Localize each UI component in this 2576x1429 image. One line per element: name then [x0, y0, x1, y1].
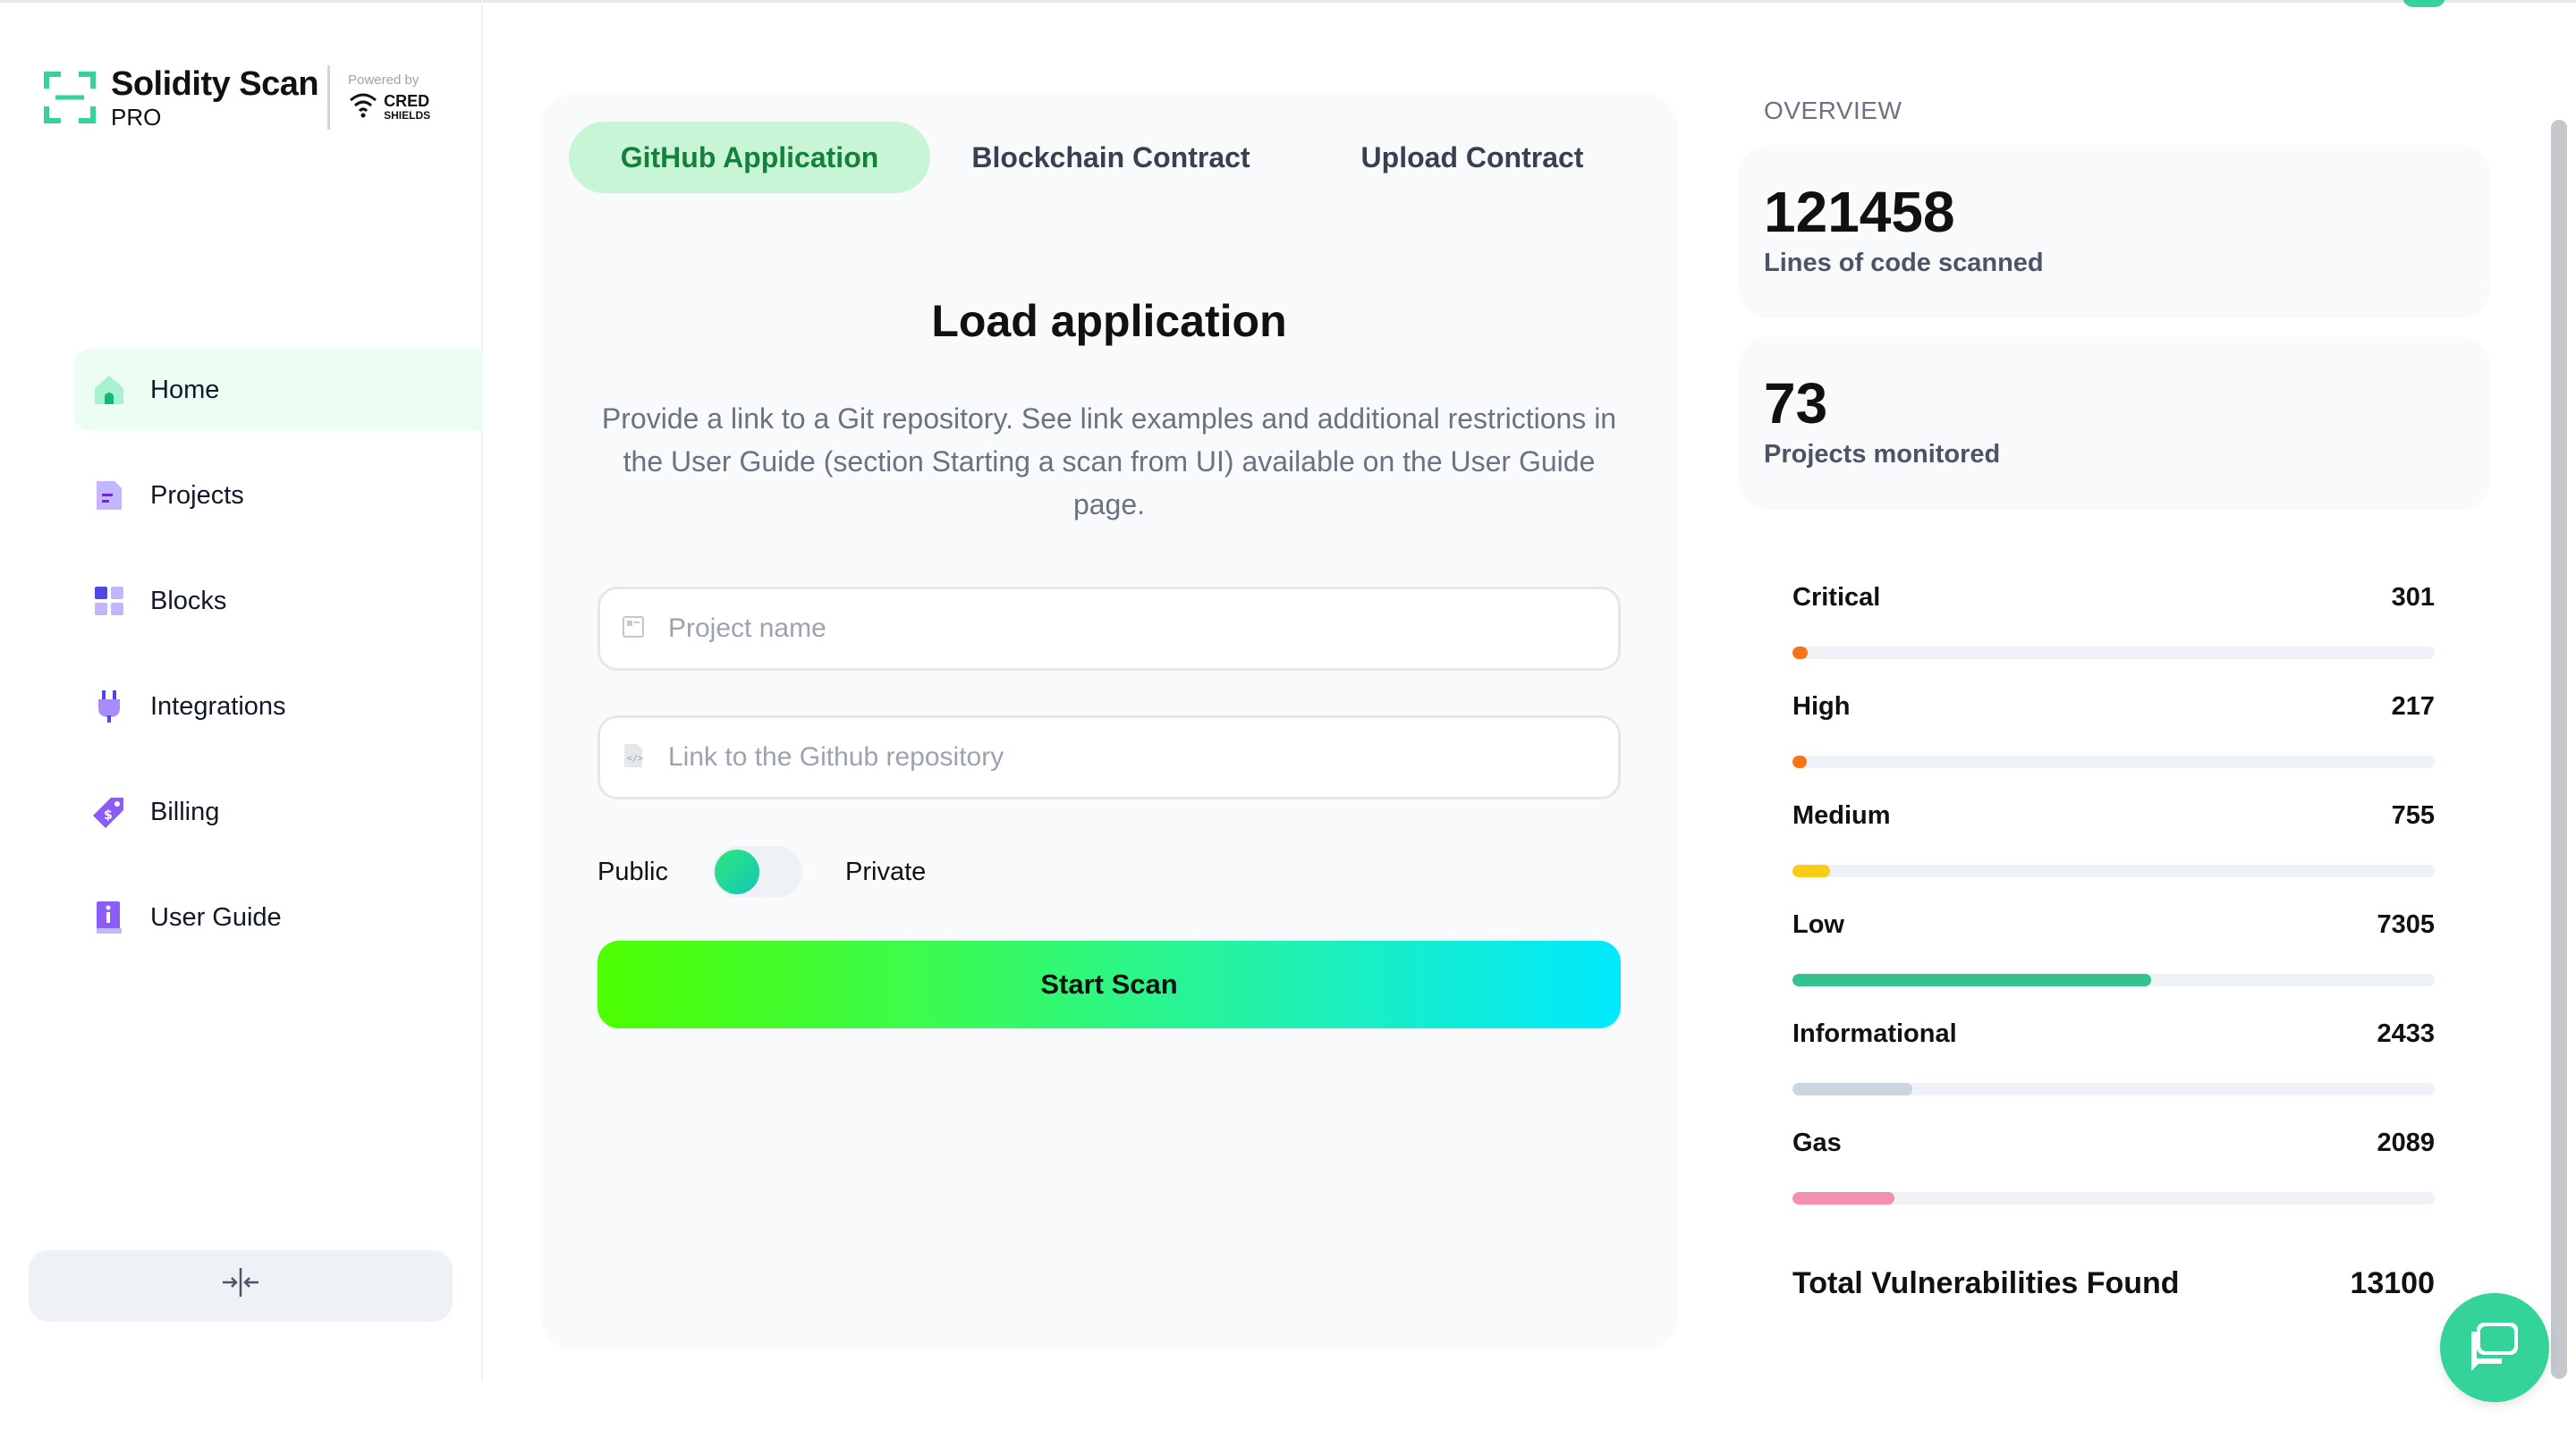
severity-count: 301: [2391, 583, 2435, 612]
toggle-knob: [715, 850, 759, 894]
severity-critical: Critical 301: [1792, 583, 2435, 659]
tab-blockchain-contract[interactable]: Blockchain Contract: [930, 122, 1292, 193]
sidebar-item-label: Billing: [150, 797, 220, 826]
app-tier: PRO: [111, 104, 162, 131]
stat-label: Projects monitored: [1764, 440, 2001, 469]
stat-card-lines: 121458 Lines of code scanned: [1739, 145, 2490, 318]
stat-label: Lines of code scanned: [1764, 249, 2044, 277]
severity-gas: Gas 2089: [1792, 1129, 2435, 1205]
stat-card-projects: 73 Projects monitored: [1739, 336, 2490, 510]
partner-name: CRED: [384, 91, 430, 110]
sidebar-item-integrations[interactable]: Integrations: [73, 665, 483, 748]
powered-by-label: Powered by: [348, 72, 419, 88]
blocks-icon: [91, 583, 127, 619]
total-value: 13100: [2350, 1266, 2435, 1300]
severity-count: 755: [2391, 801, 2435, 830]
document-icon: [91, 478, 127, 513]
logo[interactable]: Solidity Scan PRO Powered by CRED SHIELD…: [43, 64, 430, 131]
sidebar-item-label: Integrations: [150, 691, 286, 721]
severity-name: High: [1792, 692, 1851, 721]
tab-upload-contract[interactable]: Upload Contract: [1292, 122, 1653, 193]
severity-count: 7305: [2377, 910, 2435, 939]
project-name-field[interactable]: [597, 587, 1621, 671]
severity-bar: [1792, 756, 2435, 768]
severity-bar: [1792, 1083, 2435, 1095]
top-indicator: [2402, 0, 2445, 7]
info-book-icon: [91, 900, 127, 935]
severity-name: Critical: [1792, 583, 1881, 612]
severity-bar: [1792, 865, 2435, 877]
severity-name: Medium: [1792, 801, 1891, 830]
partner-sub: SHIELDS: [384, 108, 431, 122]
project-name-input[interactable]: [668, 613, 1563, 644]
scan-tabs: GitHub Application Blockchain Contract U…: [569, 122, 1653, 193]
severity-bar-fill: [1792, 647, 1808, 659]
scan-card: GitHub Application Blockchain Contract U…: [540, 93, 1678, 1350]
solidity-scan-logo-icon: [43, 71, 97, 124]
sidebar: Solidity Scan PRO Powered by CRED SHIELD…: [0, 0, 483, 1382]
collapse-sidebar-button[interactable]: [29, 1250, 453, 1322]
chat-button[interactable]: [2440, 1293, 2549, 1402]
app-title: Solidity Scan: [111, 65, 319, 103]
stat-value: 121458: [1764, 180, 1955, 244]
overview-label: OVERVIEW: [1764, 97, 1902, 124]
severity-bar-fill: [1792, 974, 2151, 986]
chat-icon: [2466, 1319, 2523, 1377]
severity-bar: [1792, 647, 2435, 659]
sidebar-item-home[interactable]: Home: [73, 349, 483, 431]
severity-bar-fill: [1792, 1192, 1895, 1205]
sidebar-item-user-guide[interactable]: User Guide: [73, 876, 483, 959]
repo-link-field[interactable]: </>: [597, 715, 1621, 799]
public-label: Public: [597, 857, 668, 886]
tab-github-application[interactable]: GitHub Application: [569, 122, 930, 193]
severity-bar-fill: [1792, 756, 1807, 768]
repo-link-input[interactable]: [668, 742, 1563, 773]
severity-name: Gas: [1792, 1129, 1842, 1157]
severity-bar-fill: [1792, 1083, 1912, 1095]
sidebar-item-projects[interactable]: Projects: [73, 454, 483, 537]
severity-medium: Medium 755: [1792, 801, 2435, 877]
svg-text:</>: </>: [627, 754, 643, 764]
powered-by: Powered by CRED SHIELDS: [348, 72, 430, 123]
sidebar-item-label: Home: [150, 375, 220, 404]
sidebar-item-blocks[interactable]: Blocks: [73, 560, 483, 642]
total-vulnerabilities: Total Vulnerabilities Found 13100: [1792, 1266, 2435, 1301]
severity-low: Low 7305: [1792, 910, 2435, 986]
scrollbar[interactable]: [2551, 120, 2567, 1379]
severity-count: 2433: [2377, 1019, 2435, 1048]
severity-count: 217: [2391, 692, 2435, 721]
wifi-shield-icon: [348, 91, 378, 123]
collapse-icon: [221, 1266, 260, 1306]
sidebar-nav: Home Projects Blocks Integrations $ Bill…: [73, 349, 483, 982]
svg-text:$: $: [104, 808, 113, 823]
severity-name: Informational: [1792, 1019, 1957, 1048]
page-title: Load application: [931, 296, 1287, 346]
visibility-toggle-row: Public Private: [597, 846, 926, 898]
code-file-icon: </>: [622, 742, 645, 774]
app-root: Solidity Scan PRO Powered by CRED SHIELD…: [0, 0, 2576, 1429]
stat-value: 73: [1764, 371, 1828, 435]
severity-bar: [1792, 1192, 2435, 1205]
severity-count: 2089: [2377, 1129, 2435, 1157]
sidebar-item-billing[interactable]: $ Billing: [73, 771, 483, 853]
severity-name: Low: [1792, 910, 1844, 939]
plug-icon: [91, 689, 127, 724]
start-scan-button[interactable]: Start Scan: [597, 941, 1621, 1028]
sidebar-item-label: Projects: [150, 480, 244, 510]
severity-informational: Informational 2433: [1792, 1019, 2435, 1095]
severity-bar-fill: [1792, 865, 1830, 877]
project-icon: [622, 615, 645, 643]
total-label: Total Vulnerabilities Found: [1792, 1266, 2180, 1300]
home-icon: [91, 372, 127, 408]
visibility-toggle[interactable]: [713, 846, 802, 898]
severity-bar: [1792, 974, 2435, 986]
tag-icon: $: [91, 794, 127, 830]
sidebar-item-label: Blocks: [150, 586, 227, 615]
sidebar-item-label: User Guide: [150, 902, 282, 932]
private-label: Private: [845, 857, 927, 886]
logo-divider: [327, 65, 331, 130]
page-description: Provide a link to a Git repository. See …: [601, 402, 1617, 520]
severity-high: High 217: [1792, 692, 2435, 768]
